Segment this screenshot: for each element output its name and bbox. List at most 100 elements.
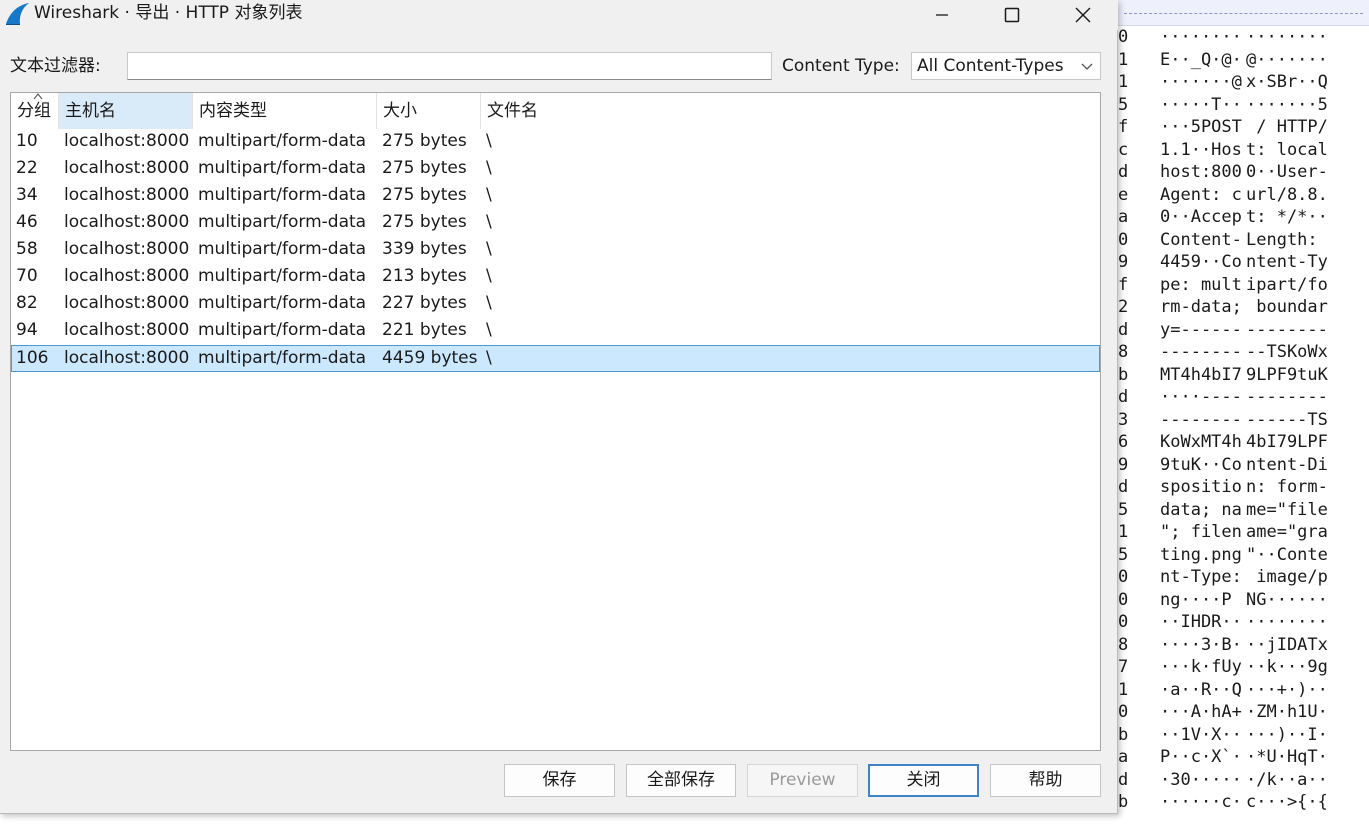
- cell-packet: 82: [16, 293, 38, 313]
- preview-button[interactable]: Preview: [747, 764, 858, 797]
- column-header-filename[interactable]: 文件名: [481, 93, 1100, 129]
- table-row[interactable]: 22 localhost:8000 multipart/form-data 275 b…: [11, 156, 1100, 183]
- hex-a2: 0··User-: [1246, 162, 1328, 182]
- column-header-hostname[interactable]: 主机名: [59, 93, 193, 129]
- cell-packet: 94: [16, 320, 38, 340]
- save-all-button[interactable]: 全部保存: [626, 764, 736, 797]
- window-title: Wireshark · 导出 · HTTP 对象列表: [34, 3, 303, 23]
- hex-a2: ntent-Di: [1246, 454, 1328, 475]
- table-row[interactable]: 70 localhost:8000 multipart/form-data 213 b…: [11, 264, 1100, 291]
- hex-line: a 0··Accep t: */*··: [1118, 206, 1369, 228]
- table-row[interactable]: 82 localhost:8000 multipart/form-data 227 b…: [11, 291, 1100, 318]
- hex-a2: ------TS: [1246, 409, 1328, 430]
- cell-size: 275 bytes: [382, 212, 467, 232]
- hex-line: 9 9tuK··Co ntent-Di: [1118, 454, 1369, 476]
- hex-a1: "; filen: [1160, 522, 1242, 542]
- minimize-button[interactable]: [907, 0, 977, 30]
- hex-a2: image/p: [1246, 567, 1328, 587]
- hex-off: d: [1118, 319, 1129, 340]
- column-header-size[interactable]: 大小: [377, 93, 481, 129]
- hex-off: 1: [1118, 522, 1129, 542]
- hex-a2: ·ZM·h1U·: [1246, 702, 1328, 722]
- hex-a2: "··Conte: [1246, 544, 1328, 565]
- close-window-button[interactable]: [1048, 0, 1118, 30]
- chevron-down-icon: [1081, 63, 1093, 70]
- hex-a1: 9tuK··Co: [1160, 454, 1242, 475]
- hex-off: 0: [1118, 589, 1129, 610]
- cell-packet: 34: [16, 185, 38, 205]
- column-header-content-type[interactable]: 内容类型: [193, 93, 377, 129]
- cell-filename: \: [486, 212, 492, 232]
- hex-line: 8 -------- --TSKoWx: [1118, 341, 1369, 363]
- hex-off: 0: [1118, 567, 1129, 587]
- title-bar[interactable]: Wireshark · 导出 · HTTP 对象列表: [0, 0, 1118, 30]
- hex-a1: ····3·B·: [1160, 634, 1242, 655]
- hex-a1: ·a··R··Q: [1160, 679, 1242, 700]
- cell-packet: 58: [16, 239, 38, 259]
- hex-line: 1 ·······@ x·SBr··Q: [1118, 71, 1369, 93]
- hex-off: 1: [1118, 72, 1129, 92]
- hex-a1: KoWxMT4h: [1160, 432, 1242, 452]
- hex-line: d ·30····· ·/k··a··: [1118, 769, 1369, 791]
- close-icon: [1075, 7, 1091, 23]
- content-type-selected: All Content-Types: [917, 56, 1064, 76]
- hex-a1: ····----: [1160, 387, 1242, 407]
- filter-row: 文本过滤器: Content Type: All Content-Types: [0, 50, 1118, 82]
- table-row[interactable]: 46 localhost:8000 multipart/form-data 275 b…: [11, 210, 1100, 237]
- column-header-packet[interactable]: 分组: [11, 93, 59, 129]
- save-button[interactable]: 保存: [504, 764, 615, 797]
- hex-a1: 4459··Co: [1160, 252, 1242, 272]
- help-button[interactable]: 帮助: [990, 764, 1101, 797]
- table-row[interactable]: 58 localhost:8000 multipart/form-data 339 b…: [11, 237, 1100, 264]
- cell-filename: \: [486, 185, 492, 205]
- cell-host: localhost:8000: [64, 185, 190, 205]
- hex-a2: @·······: [1246, 49, 1328, 70]
- table-header: 分组 主机名 内容类型 大小 文件名: [11, 93, 1100, 129]
- hex-a2: ··k···9g: [1246, 657, 1328, 677]
- maximize-button[interactable]: [977, 0, 1047, 30]
- cell-host: localhost:8000: [64, 212, 190, 232]
- table-row[interactable]: 106 localhost:8000 multipart/form-data 4459…: [11, 345, 1100, 372]
- hex-a2: NG······: [1246, 589, 1328, 610]
- cell-size: 227 bytes: [382, 293, 467, 313]
- hex-line: d host:800 0··User-: [1118, 161, 1369, 183]
- cell-size: 339 bytes: [382, 239, 467, 259]
- hex-a1: --------: [1160, 342, 1242, 362]
- content-type-select[interactable]: All Content-Types: [911, 52, 1101, 80]
- hex-line: e Agent: c url/8.8.: [1118, 184, 1369, 206]
- hex-a2: me="file: [1246, 499, 1328, 520]
- sort-ascending-icon: [33, 93, 43, 100]
- cell-type: multipart/form-data: [198, 320, 367, 340]
- minimize-icon: [936, 14, 948, 16]
- hex-a2: ··jIDATx: [1246, 634, 1328, 655]
- close-button[interactable]: 关闭: [868, 764, 979, 797]
- cell-host: localhost:8000: [64, 239, 190, 259]
- hex-off: b: [1118, 364, 1129, 385]
- hex-a2: ·······5: [1246, 94, 1328, 115]
- table-row[interactable]: 34 localhost:8000 multipart/form-data 275 b…: [11, 183, 1100, 210]
- http-objects-table[interactable]: 分组 主机名 内容类型 大小 文件名 10 localhost:8000 multi…: [10, 92, 1101, 751]
- cell-type: multipart/form-data: [198, 158, 367, 178]
- hex-a1: nt-Type:: [1160, 567, 1242, 587]
- hex-line: a P··c·X`· ·*U·HqT·: [1118, 746, 1369, 768]
- hex-line: 8 ····3·B· ··jIDATx: [1118, 634, 1369, 656]
- hex-a1: host:800: [1160, 162, 1242, 182]
- hex-off: d: [1118, 387, 1129, 407]
- hex-a2: c···>{·{: [1246, 792, 1328, 812]
- hex-line: 0 ng····P NG······: [1118, 589, 1369, 611]
- text-filter-input[interactable]: [127, 52, 772, 80]
- hex-off: 5: [1118, 499, 1129, 520]
- table-row[interactable]: 94 localhost:8000 multipart/form-data 221 b…: [11, 318, 1100, 345]
- cell-type: multipart/form-data: [198, 266, 367, 286]
- hex-a2: url/8.8.: [1246, 184, 1328, 205]
- column-header-label: 内容类型: [199, 101, 267, 121]
- hex-a1: rm-data;: [1160, 297, 1242, 317]
- cell-host: localhost:8000: [64, 131, 190, 151]
- cell-host: localhost:8000: [64, 158, 190, 178]
- hex-a1: E··_Q·@·: [1160, 49, 1242, 70]
- cell-size: 275 bytes: [382, 158, 467, 178]
- cell-filename: \: [486, 293, 492, 313]
- cell-filename: \: [486, 266, 492, 286]
- table-row[interactable]: 10 localhost:8000 multipart/form-data 275 b…: [11, 129, 1100, 156]
- hex-a2: --------: [1246, 387, 1328, 407]
